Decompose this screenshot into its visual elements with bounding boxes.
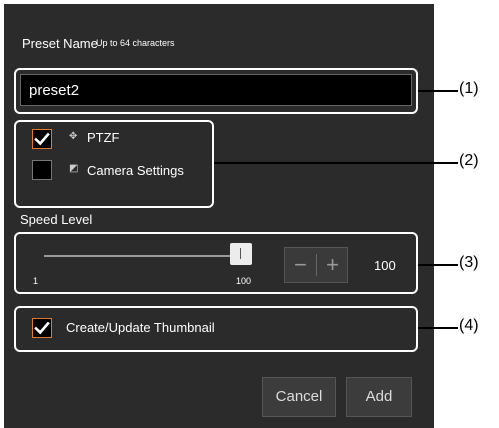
camera-settings-icon: ◩	[69, 163, 79, 174]
camera-settings-checkbox[interactable]	[32, 160, 52, 180]
callout-label-3: (3)	[459, 254, 479, 271]
callout-line-3	[418, 264, 458, 266]
checkmark-icon	[34, 321, 50, 335]
speed-decrement-button[interactable]: −	[285, 248, 316, 282]
camera-settings-label: Camera Settings	[87, 163, 184, 178]
add-button[interactable]: Add	[346, 377, 412, 417]
callout-label-1: (1)	[459, 80, 479, 97]
speed-slider-track[interactable]	[44, 255, 240, 257]
callout-line-1	[418, 90, 458, 92]
speed-slider-thumb[interactable]	[230, 243, 252, 265]
speed-level-label: Speed Level	[20, 212, 93, 227]
ptzf-checkbox[interactable]	[32, 129, 52, 149]
callout-line-4	[418, 327, 458, 329]
cancel-button[interactable]: Cancel	[262, 377, 336, 417]
speed-increment-button[interactable]: +	[317, 248, 348, 282]
thumbnail-label: Create/Update Thumbnail	[66, 320, 215, 335]
preset-name-input[interactable]	[20, 74, 412, 106]
ptzf-label: PTZF	[87, 130, 120, 145]
speed-value: 100	[374, 258, 396, 273]
preset-name-hint: Up to 64 characters	[96, 38, 175, 48]
speed-stepper: − +	[284, 247, 348, 283]
speed-min-label: 1	[33, 276, 39, 286]
checkmark-icon	[34, 132, 50, 146]
callout-box-3	[14, 232, 418, 294]
speed-max-label: 100	[236, 276, 252, 286]
preset-name-label: Preset Name	[22, 36, 98, 51]
callout-label-4: (4)	[459, 317, 479, 334]
callout-line-2	[214, 162, 458, 164]
thumbnail-checkbox[interactable]	[32, 318, 52, 338]
ptzf-icon: ✥	[69, 131, 78, 142]
callout-label-2: (2)	[459, 152, 479, 169]
